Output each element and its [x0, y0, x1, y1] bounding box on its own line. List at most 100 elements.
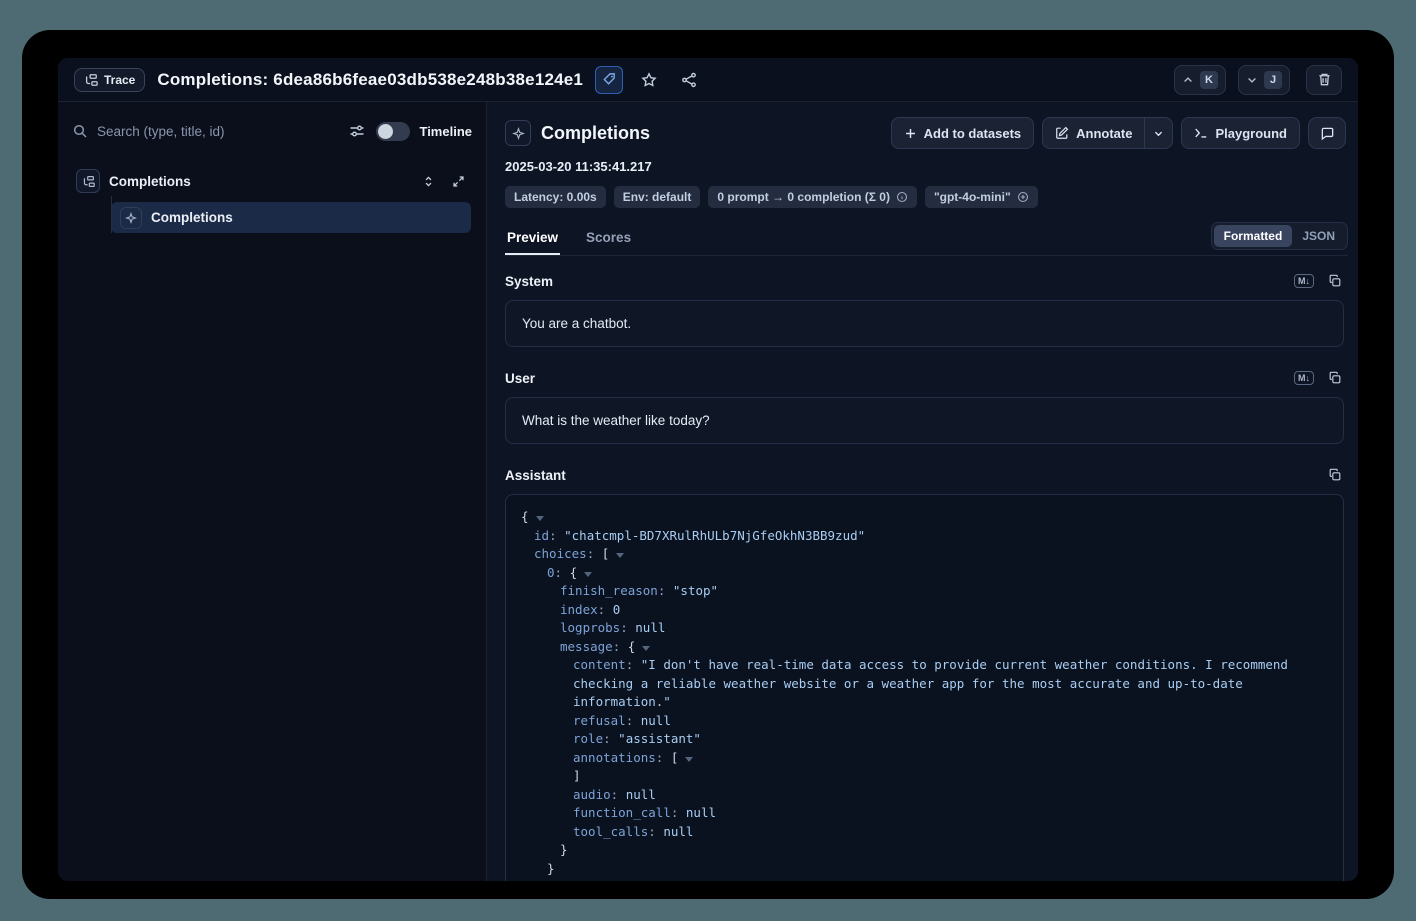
- code-token-punc: :: [648, 824, 663, 839]
- code-line: {: [521, 508, 1328, 527]
- trace-badge: Trace: [74, 68, 145, 92]
- code-token-key: message: [560, 639, 613, 654]
- code-line: annotations: [: [521, 749, 1328, 768]
- view-formatted-option[interactable]: Formatted: [1214, 225, 1293, 247]
- code-token-punc: :: [549, 528, 564, 543]
- collapse-chevron-icon[interactable]: [685, 757, 693, 762]
- code-token-str: "I don't have real-time data access to p…: [573, 657, 1296, 709]
- model-badge[interactable]: "gpt-4o-mini": [925, 186, 1038, 208]
- tag-icon: [602, 72, 617, 87]
- assistant-json-viewer[interactable]: {id: "chatcmpl-BD7XRulRhULb7NjGfeOkhN3BB…: [505, 494, 1344, 881]
- tab-preview[interactable]: Preview: [505, 221, 560, 255]
- code-token-str: "stop": [673, 583, 718, 598]
- trace-tree-icon: [84, 73, 98, 87]
- info-icon: [896, 191, 908, 203]
- prev-run-button[interactable]: K: [1174, 65, 1226, 95]
- code-token-brace: [: [602, 546, 610, 561]
- code-token-key: choices: [534, 546, 587, 561]
- code-token-str: "chatcmpl-BD7XRulRhULb7NjGfeOkhN3BB9zud": [564, 528, 865, 543]
- annotate-button[interactable]: Annotate: [1042, 117, 1145, 149]
- trace-tree: Completions: [72, 166, 472, 233]
- annotate-dropdown-button[interactable]: [1145, 117, 1173, 149]
- annotate-pencil-icon: [1055, 126, 1069, 140]
- chevron-down-icon: [1246, 74, 1258, 86]
- collapse-chevron-icon[interactable]: [536, 516, 544, 521]
- code-token-null: null: [635, 620, 665, 635]
- plus-icon: [904, 127, 917, 140]
- add-to-datasets-button[interactable]: Add to datasets: [891, 117, 1035, 149]
- view-json-option[interactable]: JSON: [1292, 225, 1345, 247]
- collapse-chevron-icon[interactable]: [584, 572, 592, 577]
- code-token-punc: :: [620, 620, 635, 635]
- code-token-key: content: [573, 657, 626, 672]
- markdown-icon[interactable]: M↓: [1294, 371, 1314, 385]
- copy-icon[interactable]: [1326, 369, 1344, 387]
- code-line: ]: [521, 767, 1328, 786]
- timeline-toggle[interactable]: [376, 122, 410, 141]
- collapse-chevron-icon[interactable]: [616, 553, 624, 558]
- user-section-header: User M↓: [505, 369, 1344, 387]
- env-badge: Env: default: [614, 186, 701, 208]
- markdown-icon[interactable]: M↓: [1294, 274, 1314, 288]
- expand-all-icon[interactable]: [418, 171, 438, 191]
- trash-icon: [1317, 72, 1332, 87]
- code-line: ]: [521, 878, 1328, 881]
- top-bar: Trace Completions: 6dea86b6feae03db538e2…: [58, 58, 1358, 102]
- system-section-title: System: [505, 274, 553, 289]
- tag-button[interactable]: [595, 66, 623, 94]
- code-token-key: id: [534, 528, 549, 543]
- plus-circle-icon: [1017, 191, 1029, 203]
- tree-children: Completions: [72, 202, 472, 233]
- code-token-punc: :: [555, 565, 570, 580]
- annotate-split-button: Annotate: [1042, 117, 1173, 149]
- trace-badge-label: Trace: [104, 73, 135, 87]
- share-icon: [681, 72, 697, 88]
- tree-item-completions-run[interactable]: Completions: [111, 202, 471, 233]
- code-token-brace: }: [547, 861, 555, 876]
- run-title: Completions: [541, 123, 650, 144]
- star-button[interactable]: [635, 66, 663, 94]
- feedback-chat-button[interactable]: [1308, 117, 1346, 149]
- token-usage-badge[interactable]: 0 prompt → 0 completion (Σ 0): [708, 186, 917, 208]
- system-section-header: System M↓: [505, 272, 1344, 290]
- code-line: content: "I don't have real-time data ac…: [521, 656, 1328, 712]
- run-io-scroll-area[interactable]: System M↓ You are a chatbot.: [505, 256, 1348, 881]
- copy-icon[interactable]: [1326, 272, 1344, 290]
- code-token-key: audio: [573, 787, 611, 802]
- timeline-toggle-label: Timeline: [419, 124, 472, 139]
- tree-indent-rail: [111, 196, 112, 233]
- system-message-text: You are a chatbot.: [522, 316, 631, 331]
- search-input[interactable]: [97, 124, 338, 139]
- code-token-punc: :: [587, 546, 602, 561]
- next-run-button[interactable]: J: [1238, 65, 1290, 95]
- playground-button[interactable]: Playground: [1181, 117, 1300, 149]
- share-button[interactable]: [675, 66, 703, 94]
- user-section-title: User: [505, 371, 535, 386]
- toggle-knob: [378, 124, 393, 139]
- tree-root-label: Completions: [109, 174, 191, 189]
- expand-diagonal-icon[interactable]: [448, 171, 468, 191]
- filter-settings-icon[interactable]: [347, 121, 367, 141]
- code-token-null: null: [686, 805, 716, 820]
- run-actions: Add to datasets Annotate: [891, 117, 1346, 149]
- code-token-brace: {: [628, 639, 636, 654]
- window-frame: Trace Completions: 6dea86b6feae03db538e2…: [22, 30, 1394, 899]
- code-token-brace: ]: [573, 768, 581, 783]
- copy-icon[interactable]: [1326, 466, 1344, 484]
- trace-root-icon: [76, 169, 100, 193]
- collapse-chevron-icon[interactable]: [642, 646, 650, 651]
- code-line: id: "chatcmpl-BD7XRulRhULb7NjGfeOkhN3BB9…: [521, 527, 1328, 546]
- tab-scores[interactable]: Scores: [584, 221, 633, 255]
- delete-button[interactable]: [1306, 65, 1342, 95]
- code-token-num: 0: [613, 602, 621, 617]
- code-token-punc: :: [613, 639, 628, 654]
- tree-item-completions-root[interactable]: Completions: [72, 166, 472, 196]
- code-line: refusal: null: [521, 712, 1328, 731]
- run-type-icon: [505, 120, 531, 146]
- chevron-up-icon: [1182, 74, 1194, 86]
- annotate-label: Annotate: [1076, 126, 1132, 141]
- code-token-null: null: [626, 787, 656, 802]
- code-token-punc: :: [671, 805, 686, 820]
- code-token-punc: :: [603, 731, 618, 746]
- user-message-box: What is the weather like today?: [505, 397, 1344, 444]
